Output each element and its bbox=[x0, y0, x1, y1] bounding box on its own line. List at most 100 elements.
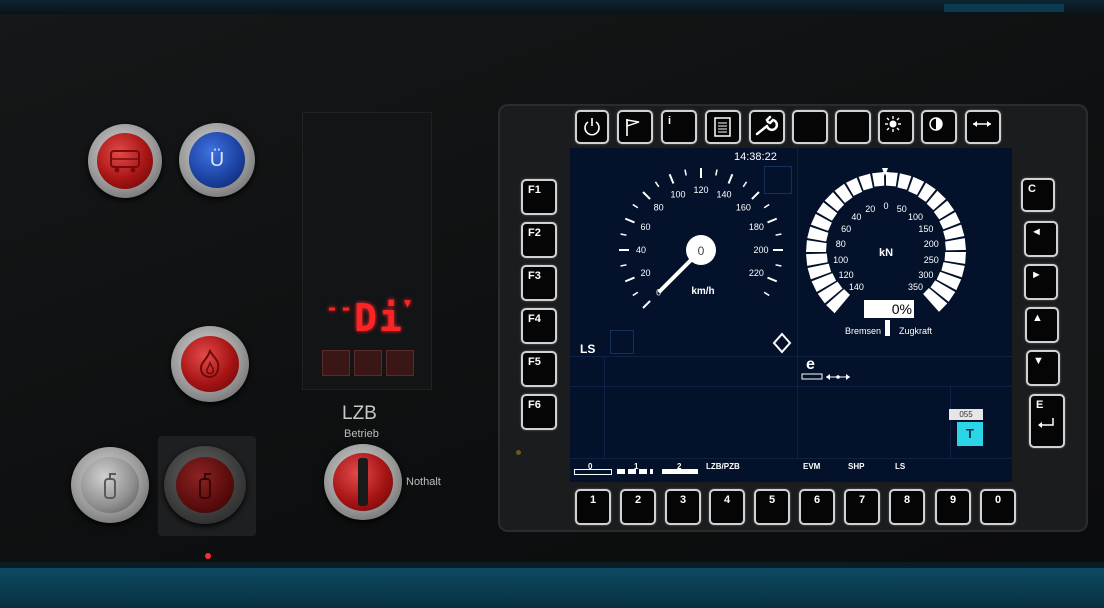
number-key-5-label: 5 bbox=[768, 494, 776, 506]
f3-key[interactable]: F3 bbox=[521, 265, 557, 301]
level-0-label: 0 bbox=[588, 462, 593, 471]
force-gauge-tick-label: 80 bbox=[836, 239, 846, 249]
number-key-6[interactable]: 6 bbox=[799, 489, 835, 525]
speedometer-tick-label: 140 bbox=[716, 190, 731, 200]
enter-arrow-icon bbox=[1038, 418, 1054, 428]
number-key-7[interactable]: 7 bbox=[844, 489, 880, 525]
f2-key[interactable]: F2 bbox=[521, 222, 557, 258]
nothalt-label: Nothalt bbox=[406, 476, 441, 488]
force-gauge-tick-label: 60 bbox=[841, 224, 851, 234]
force-gauge-segment bbox=[897, 173, 912, 190]
lzb-display: --Di▼ bbox=[326, 296, 413, 340]
brightness-key[interactable] bbox=[878, 110, 914, 144]
lzb-pzb-label: LZB/PZB bbox=[706, 462, 740, 471]
document-key[interactable] bbox=[705, 110, 741, 144]
bottom-trim bbox=[0, 568, 1104, 608]
number-key-4-label: 4 bbox=[723, 494, 731, 506]
f5-key[interactable]: F5 bbox=[521, 351, 557, 387]
swap-key[interactable] bbox=[965, 110, 1001, 144]
number-key-8[interactable]: 8 bbox=[889, 489, 925, 525]
lzb-small-buttons bbox=[322, 350, 414, 376]
lzb-nothalt-switch[interactable] bbox=[324, 444, 402, 520]
f1-key-label: F1 bbox=[528, 184, 541, 196]
ueberbrueckung-button[interactable]: Ü bbox=[179, 123, 255, 197]
arrow-right-key[interactable]: ► bbox=[1024, 264, 1058, 300]
ls-status-label: LS bbox=[895, 462, 906, 471]
extinguisher-button[interactable] bbox=[71, 447, 149, 523]
arrow-up-icon: ▲ bbox=[1032, 312, 1043, 324]
speedometer-tick bbox=[763, 291, 770, 297]
coach-button[interactable] bbox=[88, 124, 162, 198]
arrow-down-key[interactable]: ▼ bbox=[1026, 350, 1060, 386]
lzb-small-button[interactable] bbox=[354, 350, 382, 376]
number-key-3[interactable]: 3 bbox=[665, 489, 701, 525]
speedometer-current-value: 0 bbox=[698, 244, 705, 258]
f1-key[interactable]: F1 bbox=[521, 179, 557, 215]
speedometer-tick bbox=[624, 276, 635, 283]
flag-key[interactable] bbox=[617, 110, 653, 144]
status-led bbox=[205, 553, 211, 559]
wrench-key[interactable] bbox=[749, 110, 785, 144]
lzb-display-housing bbox=[302, 112, 432, 390]
speedometer-tick bbox=[775, 233, 782, 236]
f4-key[interactable]: F4 bbox=[521, 308, 557, 344]
arrow-left-key[interactable]: ◄ bbox=[1024, 221, 1058, 257]
extinguisher-icon bbox=[81, 457, 139, 513]
force-gauge-tick-label: 50 bbox=[897, 204, 907, 214]
force-gauge-tick-label: 100 bbox=[833, 255, 848, 265]
speedometer-tick bbox=[742, 181, 748, 188]
force-gauge-tick-label: 250 bbox=[924, 255, 939, 265]
lzb-small-button[interactable] bbox=[386, 350, 414, 376]
level-1-label: 1 bbox=[634, 462, 639, 471]
f6-key[interactable]: F6 bbox=[521, 394, 557, 430]
number-key-9[interactable]: 9 bbox=[935, 489, 971, 525]
number-key-5[interactable]: 5 bbox=[754, 489, 790, 525]
number-key-4[interactable]: 4 bbox=[709, 489, 745, 525]
force-gauge-segment bbox=[806, 253, 828, 266]
f4-key-label: F4 bbox=[528, 313, 541, 325]
swap-arrows-icon bbox=[973, 121, 991, 127]
force-gauge-tick-label: 350 bbox=[908, 282, 923, 292]
force-gauge-segment bbox=[872, 172, 885, 187]
lzb-display-dash: -- bbox=[326, 296, 355, 320]
force-gauge-segment bbox=[806, 240, 827, 252]
flag-icon bbox=[626, 119, 640, 136]
speedometer-tick-label: 80 bbox=[654, 203, 664, 213]
arrow-right-icon: ► bbox=[1031, 269, 1042, 281]
blank-key[interactable] bbox=[792, 110, 828, 144]
lzb-small-button[interactable] bbox=[322, 350, 350, 376]
rotary-knob bbox=[333, 453, 393, 511]
fire-button[interactable] bbox=[171, 326, 249, 402]
indicator-t: T bbox=[957, 422, 983, 446]
power-icon bbox=[584, 118, 600, 136]
force-gauge-tick-label: 100 bbox=[908, 212, 923, 222]
blank-key[interactable] bbox=[835, 110, 871, 144]
zugkraft-label: Zugkraft bbox=[899, 326, 933, 336]
speedometer-tick bbox=[632, 203, 639, 209]
number-key-0[interactable]: 0 bbox=[980, 489, 1016, 525]
info-key[interactable]: i bbox=[661, 110, 697, 144]
contrast-icon bbox=[929, 117, 943, 131]
extinguisher-button-2[interactable] bbox=[164, 446, 246, 524]
arrow-left-icon: ◄ bbox=[1031, 226, 1042, 238]
number-key-7-label: 7 bbox=[858, 494, 866, 506]
train-arrow-icon bbox=[801, 373, 850, 380]
contrast-key[interactable] bbox=[921, 110, 957, 144]
force-percent-sign: % bbox=[899, 301, 912, 317]
number-key-2[interactable]: 2 bbox=[620, 489, 656, 525]
ue-cap: Ü bbox=[189, 132, 245, 188]
force-gauge-tick-label: 140 bbox=[849, 282, 864, 292]
lzb-subtitle: Betrieb bbox=[344, 428, 379, 440]
enter-key[interactable]: E bbox=[1029, 394, 1065, 448]
arrow-up-key[interactable]: ▲ bbox=[1025, 307, 1059, 343]
force-gauge-tick-label: 150 bbox=[918, 224, 933, 234]
f2-key-label: F2 bbox=[528, 227, 541, 239]
number-key-8-label: 8 bbox=[903, 494, 911, 506]
clear-key[interactable]: C bbox=[1021, 178, 1055, 212]
ls-label: LS bbox=[580, 342, 596, 356]
power-key[interactable] bbox=[575, 110, 609, 144]
lzb-display-marker: ▼ bbox=[403, 296, 414, 310]
number-key-1[interactable]: 1 bbox=[575, 489, 611, 525]
speedometer-tick bbox=[654, 181, 660, 188]
speedometer-unit: km/h bbox=[691, 286, 714, 297]
